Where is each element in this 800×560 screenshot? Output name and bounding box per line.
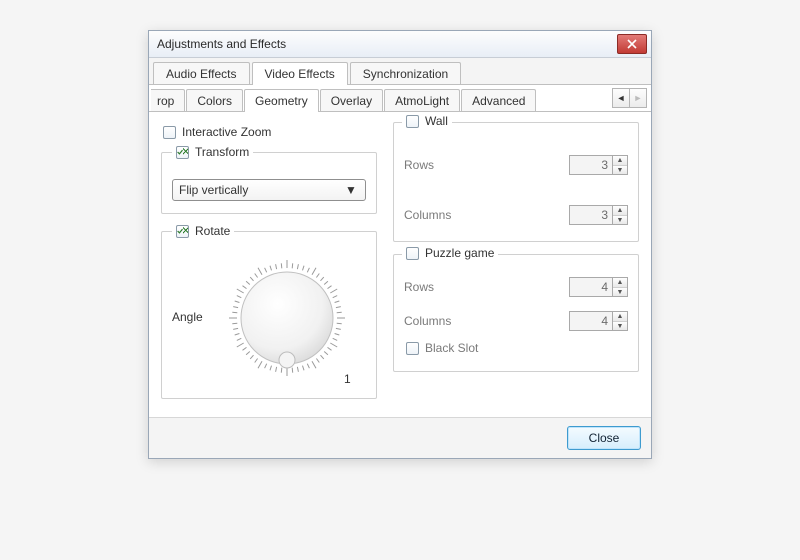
wall-cols-down[interactable]: ▼: [613, 215, 627, 224]
interactive-zoom-label: Interactive Zoom: [182, 125, 271, 139]
puzzle-rows-down[interactable]: ▼: [613, 287, 627, 296]
wall-checkbox[interactable]: [406, 115, 419, 128]
wall-cols-label: Columns: [404, 208, 451, 222]
wall-label: Wall: [425, 114, 448, 128]
tab-video-effects[interactable]: Video Effects: [252, 62, 348, 85]
subtab-geometry[interactable]: Geometry: [244, 89, 319, 112]
transform-group: Transform Flip vertically ▼: [161, 145, 377, 214]
subtab-scroll-left[interactable]: ◄: [612, 88, 630, 108]
puzzle-rows-label: Rows: [404, 280, 434, 294]
wall-cols-up[interactable]: ▲: [613, 206, 627, 215]
wall-rows-down[interactable]: ▼: [613, 165, 627, 174]
subtab-colors[interactable]: Colors: [186, 89, 243, 111]
wall-group: Wall Rows ▲ ▼: [393, 122, 639, 242]
rotate-group: Rotate Angle: [161, 224, 377, 399]
wall-cols-input[interactable]: [569, 205, 613, 225]
black-slot-checkbox[interactable]: [406, 342, 419, 355]
wall-rows-up[interactable]: ▲: [613, 156, 627, 165]
puzzle-cols-input[interactable]: [569, 311, 613, 331]
angle-value: 1: [344, 372, 351, 386]
geometry-panel: Interactive Zoom Transform Flip vertical…: [149, 112, 651, 417]
transform-checkbox[interactable]: [176, 146, 189, 159]
rotate-checkbox[interactable]: [176, 225, 189, 238]
titlebar[interactable]: Adjustments and Effects: [149, 31, 651, 58]
subtab-atmolight[interactable]: AtmoLight: [384, 89, 460, 111]
wall-rows-label: Rows: [404, 158, 434, 172]
angle-label: Angle: [172, 310, 203, 324]
puzzle-label: Puzzle game: [425, 246, 494, 260]
transform-label: Transform: [195, 145, 249, 159]
sub-tab-row: rop Colors Geometry Overlay AtmoLight Ad…: [149, 85, 651, 112]
interactive-zoom-checkbox[interactable]: [163, 126, 176, 139]
puzzle-rows-input[interactable]: [569, 277, 613, 297]
wall-rows-input[interactable]: [569, 155, 613, 175]
black-slot-label: Black Slot: [425, 341, 478, 355]
subtab-overlay[interactable]: Overlay: [320, 89, 383, 111]
window-close-button[interactable]: [617, 34, 647, 54]
puzzle-checkbox[interactable]: [406, 247, 419, 260]
top-tab-row: Audio Effects Video Effects Synchronizat…: [149, 58, 651, 85]
puzzle-group: Puzzle game Rows ▲ ▼: [393, 254, 639, 372]
puzzle-cols-up[interactable]: ▲: [613, 312, 627, 321]
subtab-advanced[interactable]: Advanced: [461, 89, 536, 111]
adjustments-window: Adjustments and Effects Audio Effects Vi…: [148, 30, 652, 459]
dialog-footer: Close: [149, 417, 651, 458]
tab-audio-effects[interactable]: Audio Effects: [153, 62, 250, 84]
puzzle-cols-down[interactable]: ▼: [613, 321, 627, 330]
chevron-right-icon: ►: [634, 93, 643, 103]
chevron-down-icon: ▼: [343, 183, 359, 197]
rotate-dial[interactable]: [217, 248, 357, 388]
subtab-scroll-right[interactable]: ►: [630, 88, 647, 108]
puzzle-cols-label: Columns: [404, 314, 451, 328]
puzzle-rows-up[interactable]: ▲: [613, 278, 627, 287]
close-button[interactable]: Close: [567, 426, 641, 450]
transform-dropdown-value: Flip vertically: [179, 183, 248, 197]
chevron-left-icon: ◄: [617, 93, 626, 103]
tab-synchronization[interactable]: Synchronization: [350, 62, 461, 84]
transform-dropdown[interactable]: Flip vertically ▼: [172, 179, 366, 201]
rotate-label: Rotate: [195, 224, 230, 238]
subtab-crop[interactable]: rop: [151, 89, 185, 111]
window-title: Adjustments and Effects: [157, 37, 617, 51]
close-icon: [627, 39, 637, 49]
